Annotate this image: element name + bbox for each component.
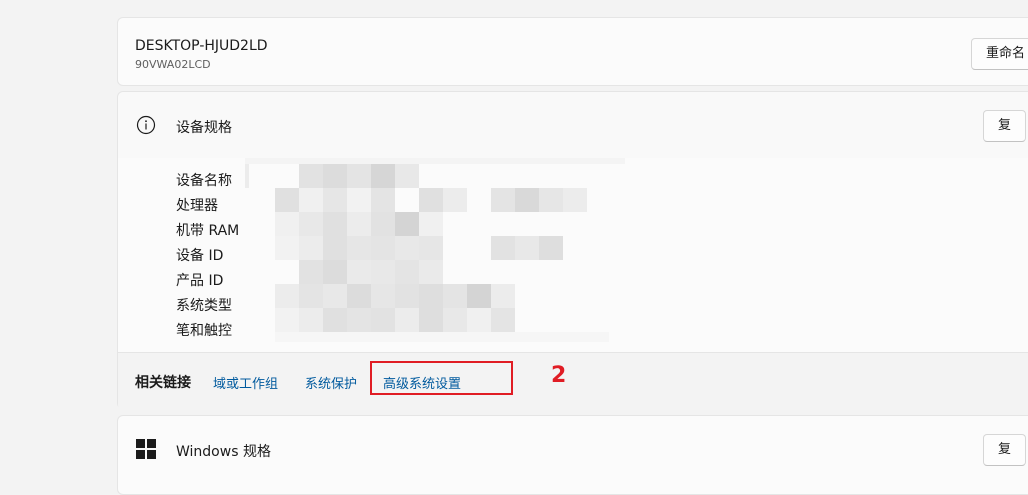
rename-button[interactable]: 重命名 — [971, 38, 1028, 70]
related-links-title: 相关链接 — [135, 375, 191, 391]
device-model: 90VWA02LCD — [135, 58, 211, 71]
spec-label-system-type: 系统类型 — [176, 298, 232, 314]
device-specs-body: 设备名称 处理器 机带 RAM 设备 ID 产品 ID 系统类型 笔和触控 — [118, 158, 1028, 352]
device-name: DESKTOP-HJUD2LD — [135, 38, 268, 54]
device-specs-header[interactable]: 设备规格 复 — [118, 92, 1028, 159]
copy-windows-specs-button[interactable]: 复 — [983, 434, 1027, 466]
device-specs-title: 设备规格 — [176, 120, 232, 136]
spec-label-device-name: 设备名称 — [176, 173, 232, 189]
system-protection-link[interactable]: 系统保护 — [305, 373, 357, 392]
info-icon — [136, 115, 156, 135]
spec-label-device-id: 设备 ID — [176, 248, 224, 264]
step-number-annotation: 2 — [551, 363, 567, 388]
spec-label-processor: 处理器 — [176, 198, 218, 214]
spec-label-product-id: 产品 ID — [176, 273, 224, 289]
domain-workgroup-link[interactable]: 域或工作组 — [213, 373, 278, 392]
spec-label-pen-touch: 笔和触控 — [176, 323, 232, 339]
device-name-card: DESKTOP-HJUD2LD 90VWA02LCD 重命名 — [117, 17, 1028, 86]
copy-specs-button[interactable]: 复 — [983, 110, 1027, 142]
windows-logo-icon — [136, 439, 156, 459]
windows-specs-card[interactable]: Windows 规格 复 — [117, 415, 1028, 495]
advanced-system-settings-link[interactable]: 高级系统设置 — [383, 373, 461, 392]
windows-specs-title: Windows 规格 — [176, 444, 271, 460]
spec-label-ram: 机带 RAM — [176, 223, 240, 239]
device-specs-card: 设备规格 复 设备名称 处理器 机带 RAM 设备 ID 产品 ID 系统类型 … — [117, 91, 1028, 411]
redacted-values-mosaic — [245, 158, 625, 342]
related-links-bar: 相关链接 域或工作组 系统保护 高级系统设置 2 — [118, 352, 1028, 411]
